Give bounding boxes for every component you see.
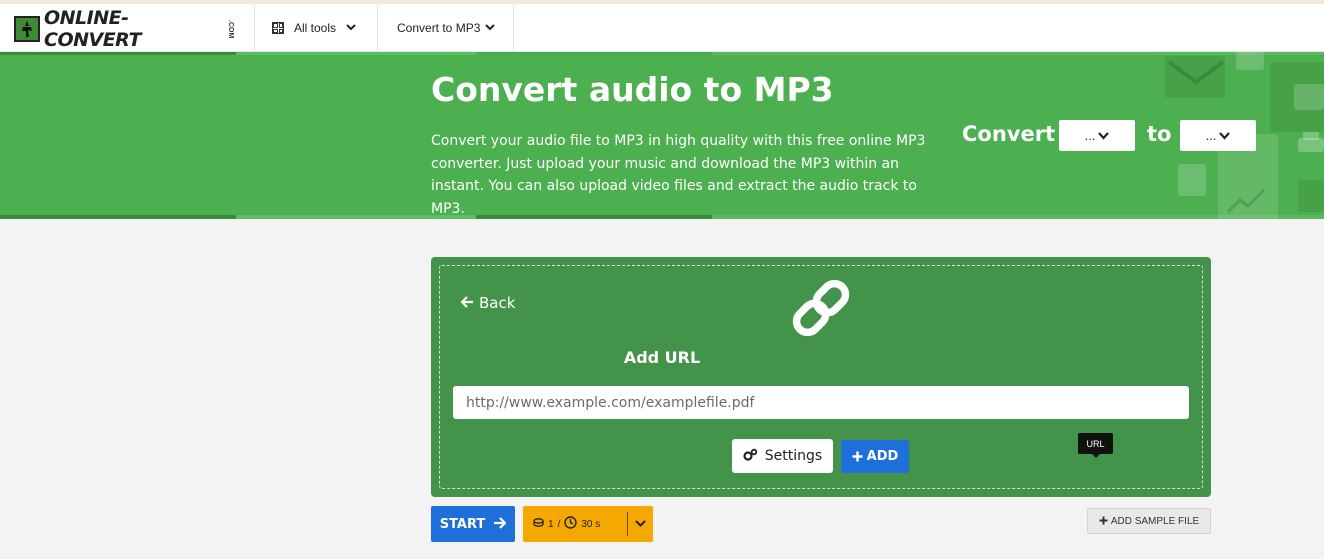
chevron-down-icon [346, 22, 356, 34]
convert-to-label: Convert to MP3 [397, 21, 481, 35]
logo-suffix: .COM [227, 19, 234, 39]
clock-icon [564, 516, 578, 532]
add-url-button[interactable]: ADD [841, 440, 909, 473]
chevron-down-icon [635, 518, 646, 530]
credits-separator: / [557, 518, 561, 530]
chevron-down-icon [485, 22, 496, 34]
nav-divider [254, 4, 255, 52]
add-sample-file-button[interactable]: ADD SAMPLE FILE [1087, 508, 1211, 534]
printer-icon [1296, 130, 1324, 165]
to-format-value: ... [1205, 128, 1217, 143]
credits-indicator: 1 / 30 s [523, 506, 653, 542]
settings-label: Settings [764, 448, 823, 464]
from-format-value: ... [1084, 128, 1096, 143]
gif-file-icon [1236, 52, 1264, 75]
from-format-select[interactable]: ... [1059, 120, 1135, 151]
time-label: 30 s [581, 518, 601, 530]
convert-label: Convert [962, 122, 1056, 146]
arrow-right-icon [493, 515, 507, 533]
to-format-select[interactable]: ... [1180, 120, 1256, 151]
add-url-title: Add URL [623, 348, 701, 367]
to-label: to [1147, 122, 1172, 146]
credits-count: 1 [548, 518, 554, 530]
url-input[interactable] [453, 386, 1189, 419]
png-file-icon [1176, 162, 1208, 203]
gears-icon [743, 448, 758, 465]
credits-info: 1 / 30 s [523, 506, 627, 542]
link-icon [787, 277, 855, 344]
page-description: Convert your audio file to MP3 in high q… [431, 133, 926, 217]
all-tools-label: All tools [294, 21, 337, 35]
page-title: Convert audio to MP3 [431, 70, 834, 109]
logo[interactable]: ONLINE-CONVERT .COM [14, 7, 234, 51]
banner-stripe-top [0, 52, 1324, 55]
logo-icon [14, 16, 40, 42]
mail-icon [1163, 54, 1229, 107]
back-button[interactable]: Back [460, 294, 516, 312]
nav-divider [377, 4, 378, 52]
start-button[interactable]: START [431, 506, 515, 542]
coins-icon [533, 518, 544, 530]
convert-to-menu[interactable]: Convert to MP3 [397, 4, 496, 52]
doc-file-icon [1298, 180, 1324, 217]
arrow-left-icon [460, 294, 474, 312]
add-label: ADD [866, 449, 899, 464]
top-navbar: ONLINE-CONVERT .COM All tools Convert to… [0, 4, 1324, 52]
all-tools-menu[interactable]: All tools [272, 4, 356, 52]
add-sample-file-label: ADD SAMPLE FILE [1110, 515, 1200, 527]
logo-text: ONLINE-CONVERT [44, 7, 141, 51]
plus-icon [1099, 514, 1108, 528]
plus-icon [852, 448, 863, 466]
back-label: Back [479, 294, 516, 312]
chevron-down-icon [1219, 128, 1231, 143]
start-label: START [439, 516, 486, 532]
hero-banner: Convert audio to MP3 Convert your audio … [0, 52, 1324, 219]
url-tooltip: URL [1078, 433, 1113, 458]
settings-button[interactable]: Settings [732, 439, 833, 473]
credits-dropdown-toggle[interactable] [628, 518, 653, 530]
nav-divider [513, 4, 514, 52]
chevron-down-icon [1098, 128, 1110, 143]
grid-icon [272, 22, 284, 34]
